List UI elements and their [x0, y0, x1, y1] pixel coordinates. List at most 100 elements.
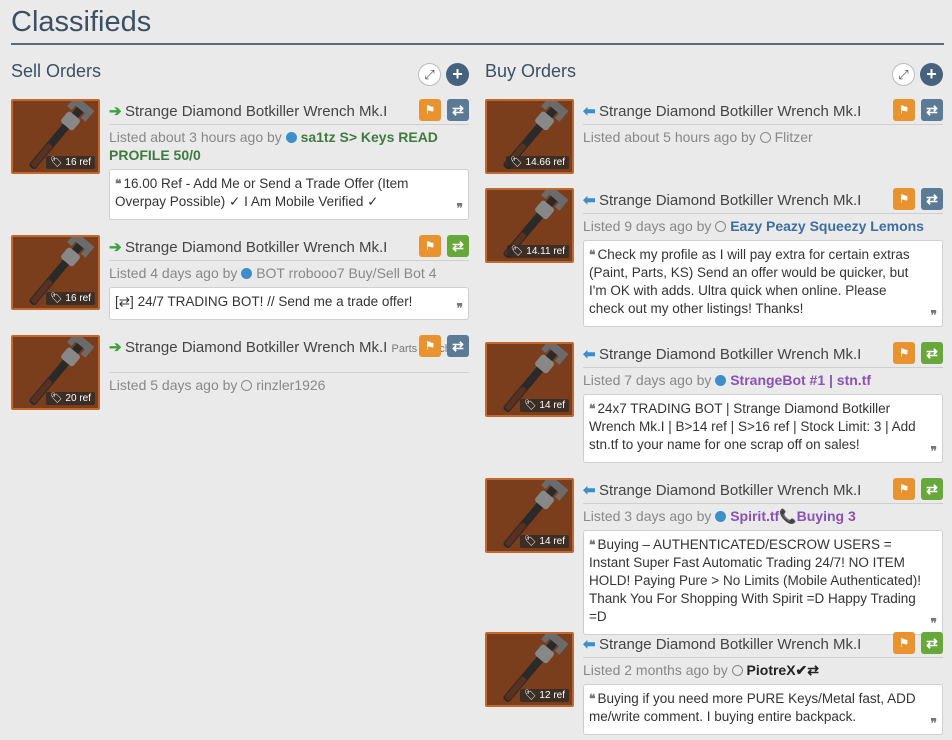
- exchange-icon[interactable]: ⇄: [447, 335, 469, 357]
- flag-icon[interactable]: ⚑: [893, 632, 915, 654]
- quote-open-icon: ❝: [589, 402, 596, 416]
- buy-arrow-icon: ⬅: [583, 346, 596, 363]
- quote-close-icon: ❞: [930, 308, 937, 322]
- item-image[interactable]: 🏷 16 ref: [11, 99, 100, 174]
- listed-time: Listed 9 days ago by: [583, 218, 712, 234]
- page-title: Classifieds: [11, 6, 152, 38]
- user-link[interactable]: rinzler1926: [256, 377, 325, 393]
- exchange-icon[interactable]: ⇄: [921, 99, 943, 121]
- item-image[interactable]: 🏷 16 ref: [11, 235, 100, 310]
- exchange-icon[interactable]: ⇄: [921, 632, 943, 654]
- price-tag: 🏷 12 ref: [519, 689, 569, 702]
- flag-icon[interactable]: ⚑: [419, 335, 441, 357]
- quote-close-icon: ❞: [456, 201, 463, 215]
- flag-icon[interactable]: ⚑: [893, 342, 915, 364]
- listed-time: Listed about 3 hours ago by: [109, 129, 282, 145]
- exchange-icon[interactable]: ⇄: [447, 99, 469, 121]
- quote-close-icon: ❞: [930, 444, 937, 458]
- user-link[interactable]: StrangeBot #1 | stn.tf: [730, 372, 871, 388]
- flag-icon[interactable]: ⚑: [893, 99, 915, 121]
- quote-open-icon: ❝: [589, 538, 596, 552]
- price-tag: 🏷 14 ref: [519, 399, 569, 412]
- exchange-icon[interactable]: ⇄: [921, 342, 943, 364]
- price-tag: 🏷 20 ref: [45, 392, 95, 405]
- price-tag: 🏷 16 ref: [45, 292, 95, 305]
- quote-open-icon: ❝: [115, 177, 122, 191]
- sell-arrow-icon: ➔: [109, 239, 122, 256]
- flag-icon[interactable]: ⚑: [893, 478, 915, 500]
- item-name[interactable]: Strange Diamond Botkiller Wrench Mk.I Pa…: [125, 339, 463, 356]
- listed-time: Listed 4 days ago by: [109, 265, 238, 281]
- quote-close-icon: ❞: [930, 616, 937, 630]
- sell-arrow-icon: ➔: [109, 339, 122, 356]
- offline-status-icon: [715, 221, 727, 232]
- sell-orders-column: Sell Orders ⤢ + 🏷 16 ref ➔ Strange Diamo…: [11, 58, 469, 410]
- item-image[interactable]: 🏷 14 ref: [485, 342, 574, 417]
- listing-comment: ❝ Buying – AUTHENTICATED/ESCROW USERS = I…: [583, 530, 943, 635]
- sell-orders-title: Sell Orders: [11, 61, 102, 81]
- exchange-icon[interactable]: ⇄: [921, 478, 943, 500]
- sell-arrow-icon: ➔: [109, 103, 122, 120]
- user-link[interactable]: Flitzer: [775, 129, 813, 145]
- quote-close-icon: ❞: [930, 716, 937, 730]
- listing-comment: [⇄] 24/7 TRADING BOT! // Send me a trade…: [109, 287, 469, 320]
- price-tag: 🏷 14.11 ref: [506, 245, 569, 258]
- offline-status-icon: [759, 132, 771, 143]
- price-tag: 🏷 16 ref: [45, 156, 95, 169]
- plus-icon[interactable]: +: [920, 63, 943, 86]
- buy-arrow-icon: ⬅: [583, 103, 596, 120]
- price-tag: 🏷 14 ref: [519, 535, 569, 548]
- sell-orders-header: Sell Orders ⤢ +: [11, 58, 469, 98]
- item-image[interactable]: 🏷 14.11 ref: [485, 188, 574, 263]
- listing-comment: ❝ Buying if you need more PURE Keys/Metal…: [583, 684, 943, 735]
- plus-icon[interactable]: +: [446, 63, 469, 86]
- item-name[interactable]: Strange Diamond Botkiller Wrench Mk.I: [125, 103, 387, 120]
- item-image[interactable]: 🏷 14 ref: [485, 478, 574, 553]
- item-image[interactable]: 🏷 12 ref: [485, 632, 574, 707]
- item-name[interactable]: Strange Diamond Botkiller Wrench Mk.I: [125, 239, 387, 256]
- listed-time: Listed about 5 hours ago by: [583, 129, 756, 145]
- offline-status-icon: [731, 665, 743, 676]
- quote-open-icon: ❝: [589, 692, 596, 706]
- listed-time: Listed 5 days ago by: [109, 377, 238, 393]
- buy-arrow-icon: ⬅: [583, 192, 596, 209]
- flag-icon[interactable]: ⚑: [419, 99, 441, 121]
- item-name[interactable]: Strange Diamond Botkiller Wrench Mk.I: [599, 346, 861, 363]
- listing-comment: ❝ 16.00 Ref - Add Me or Send a Trade Offe…: [109, 169, 469, 220]
- quote-close-icon: ❞: [456, 301, 463, 315]
- user-link[interactable]: Eazy Peazy Squeezy Lemons: [730, 218, 924, 234]
- buy-orders-title: Buy Orders: [485, 61, 577, 81]
- item-image[interactable]: 🏷 20 ref: [11, 335, 100, 410]
- listing-comment: ❝ 24x7 TRADING BOT | Strange Diamond Botk…: [583, 394, 943, 463]
- online-status-icon: [241, 268, 253, 279]
- online-status-icon: [715, 375, 727, 386]
- item-name[interactable]: Strange Diamond Botkiller Wrench Mk.I: [599, 482, 861, 499]
- title-divider: [11, 43, 944, 45]
- online-status-icon: [285, 132, 297, 143]
- buy-arrow-icon: ⬅: [583, 482, 596, 499]
- exchange-icon[interactable]: ⇄: [921, 188, 943, 210]
- listed-time: Listed 7 days ago by: [583, 372, 712, 388]
- item-name[interactable]: Strange Diamond Botkiller Wrench Mk.I: [599, 103, 861, 120]
- online-status-icon: [715, 511, 727, 522]
- flag-icon[interactable]: ⚑: [419, 235, 441, 257]
- flag-icon[interactable]: ⚑: [893, 188, 915, 210]
- buy-orders-header: Buy Orders ⤢ +: [485, 58, 943, 98]
- offline-status-icon: [241, 380, 253, 391]
- item-name[interactable]: Strange Diamond Botkiller Wrench Mk.I: [599, 636, 861, 653]
- buy-orders-column: Buy Orders ⤢ + 🏷 14.66 ref ⬅ Strange Dia…: [485, 58, 943, 735]
- user-link[interactable]: PiotreX✔⇄: [747, 662, 819, 678]
- user-link[interactable]: BOT rrobooo7 Buy/Sell Bot 4: [256, 265, 436, 281]
- item-name[interactable]: Strange Diamond Botkiller Wrench Mk.I: [599, 192, 861, 209]
- listing-comment: ❝ Check my profile as I will pay extra fo…: [583, 240, 943, 327]
- listed-time: Listed 3 days ago by: [583, 508, 712, 524]
- user-link[interactable]: Spirit.tf📞Buying 3: [730, 508, 856, 524]
- buy-arrow-icon: ⬅: [583, 636, 596, 653]
- price-tag: 🏷 14.66 ref: [506, 156, 569, 169]
- expand-icon[interactable]: ⤢: [418, 63, 441, 86]
- listed-time: Listed 2 months ago by: [583, 662, 728, 678]
- item-image[interactable]: 🏷 14.66 ref: [485, 99, 574, 174]
- quote-open-icon: ❝: [589, 248, 596, 262]
- exchange-icon[interactable]: ⇄: [447, 235, 469, 257]
- expand-icon[interactable]: ⤢: [892, 63, 915, 86]
